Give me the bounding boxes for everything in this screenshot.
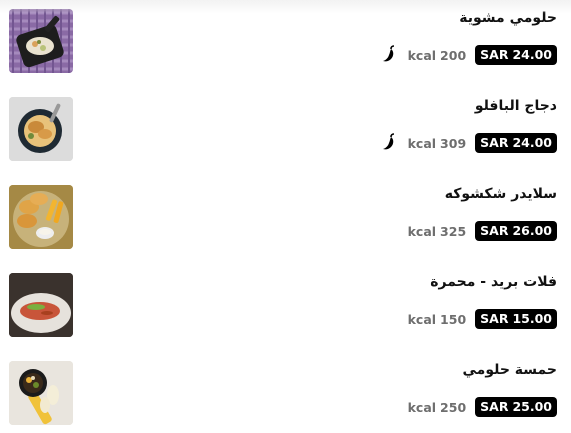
- price-value: 26.00: [512, 223, 552, 238]
- kcal-unit: kcal: [407, 47, 437, 63]
- kcal-unit: kcal: [407, 399, 437, 415]
- kcal-value: 325: [440, 223, 467, 239]
- item-thumbnail[interactable]: [9, 9, 73, 73]
- menu-item-grilled-halloumi[interactable]: حلومي مشوية SAR 24.00 kcal 200: [0, 9, 571, 81]
- menu-item-shakshuka-sliders[interactable]: سلايدر شكشوكه SAR 26.00 kcal 325: [0, 185, 571, 257]
- price-value: 24.00: [512, 47, 552, 62]
- price-value: 24.00: [512, 135, 552, 150]
- price-row: SAR 24.00 kcal 200: [373, 45, 557, 65]
- price-badge: SAR 25.00: [475, 397, 557, 417]
- item-thumbnail[interactable]: [9, 97, 73, 161]
- chili-pepper-icon: [382, 45, 394, 62]
- calories-label: kcal 250: [408, 400, 467, 415]
- item-thumbnail[interactable]: [9, 185, 73, 249]
- item-thumbnail[interactable]: [9, 361, 73, 425]
- price-currency: SAR: [480, 223, 509, 238]
- price-row: SAR 24.00 kcal 309: [373, 133, 557, 153]
- menu-item-buffalo-chicken[interactable]: دجاج البافلو SAR 24.00 kcal 309: [0, 97, 571, 169]
- price-currency: SAR: [480, 135, 509, 150]
- calories-label: kcal 200: [408, 48, 467, 63]
- chili-pepper-icon: [382, 133, 394, 150]
- price-value: 25.00: [512, 399, 552, 414]
- kcal-unit: kcal: [407, 135, 437, 151]
- price-badge: SAR 24.00: [475, 133, 557, 153]
- price-badge: SAR 15.00: [475, 309, 557, 329]
- item-name: حمسة حلومي: [462, 362, 558, 378]
- item-name: سلايدر شكشوكه: [444, 186, 557, 202]
- calories-label: kcal 150: [408, 312, 467, 327]
- price-row: SAR 25.00 kcal 250: [408, 397, 557, 417]
- kcal-unit: kcal: [407, 223, 437, 239]
- calories-label: kcal 325: [408, 224, 467, 239]
- price-currency: SAR: [480, 311, 509, 326]
- kcal-unit: kcal: [407, 311, 437, 327]
- kcal-value: 250: [440, 399, 467, 415]
- price-value: 15.00: [512, 311, 552, 326]
- kcal-value: 200: [440, 47, 467, 63]
- menu-item-flatbread-muhammara[interactable]: فلات بريد - محمرة SAR 15.00 kcal 150: [0, 273, 571, 345]
- menu-item-halloumi-hamsa[interactable]: حمسة حلومي SAR 25.00 kcal 250: [0, 361, 571, 433]
- calories-label: kcal 309: [408, 136, 467, 151]
- item-name: حلومي مشوية: [459, 10, 557, 26]
- price-row: SAR 15.00 kcal 150: [408, 309, 557, 329]
- kcal-value: 309: [440, 135, 467, 151]
- item-thumbnail[interactable]: [9, 273, 73, 337]
- price-badge: SAR 26.00: [475, 221, 557, 241]
- item-name: دجاج البافلو: [474, 98, 557, 114]
- kcal-value: 150: [440, 311, 467, 327]
- price-currency: SAR: [480, 399, 509, 414]
- price-currency: SAR: [480, 47, 509, 62]
- price-badge: SAR 24.00: [475, 45, 557, 65]
- price-row: SAR 26.00 kcal 325: [408, 221, 557, 241]
- item-name: فلات بريد - محمرة: [430, 274, 557, 290]
